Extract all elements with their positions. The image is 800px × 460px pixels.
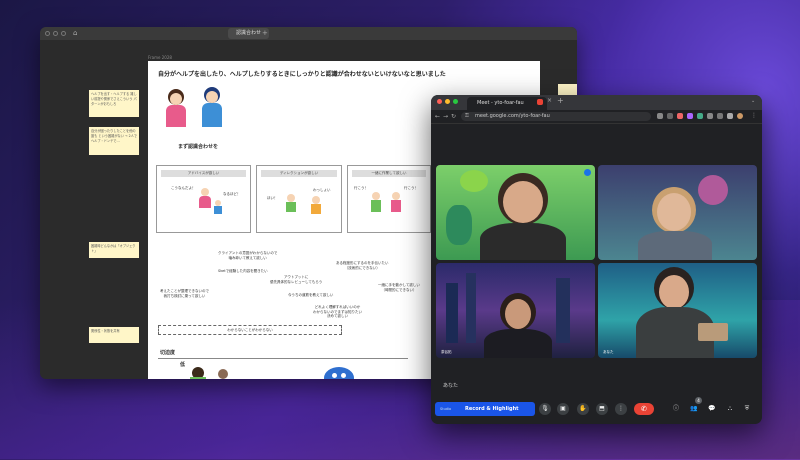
frame-label: Frame 2028 [148,55,172,60]
note-text[interactable]: ある程度形にするのを手伝いたい （技術的にできない） [336,261,389,270]
speech-text: こうなんだよ！ [171,186,196,190]
reload-icon[interactable]: ↻ [451,112,456,121]
minimize-dot[interactable] [53,31,58,36]
participant-tile[interactable] [436,165,595,260]
add-tab-button[interactable]: + [262,28,268,39]
robot-icon [698,175,728,205]
urgency-heading: 切迫度 [160,350,176,356]
chat-icon[interactable]: 💬 [707,404,717,414]
building-icon [446,283,458,343]
people-icon[interactable]: 👥 [689,404,699,414]
zoom-dot[interactable] [61,31,66,36]
sticky-note[interactable]: ヘルプを出す・ヘルプする 難しい前提や関係でさえこういう パターンがおもしろ [89,90,139,117]
speech-text: わっしょい [313,188,331,192]
avatar[interactable] [737,113,743,119]
forward-icon[interactable]: → [443,112,448,121]
board-heading: 自分がヘルプを出したり、ヘルプしたりするときにしっかりと認識が合わせないといけな… [158,71,446,78]
puzzle-icon[interactable] [707,113,713,119]
box-header: アドバイスが欲しい [161,170,246,177]
people-count-badge: 4 [695,397,702,404]
note-text[interactable]: 今うちの道筋を教えて欲しい [288,293,333,298]
url-field[interactable]: meet.google.com/yto-foar-fau [461,112,651,121]
note-text[interactable]: クライアントの意図がわからないので 噛み砕いて教えて欲しい [218,251,277,260]
participant-tile[interactable]: あなた [598,263,757,358]
sidebar-icon[interactable] [727,113,733,119]
studio-tag: Studio [440,407,452,411]
whiteboard-titlebar: ⌂ 認識合わせ + [40,27,577,40]
minimize-dot[interactable] [445,99,450,104]
building-icon [556,278,570,343]
meet-tab[interactable]: Meet - yto-foar-fau [467,97,547,110]
more-options-button[interactable]: ⋮ [615,403,627,415]
participant-tile[interactable] [598,165,757,260]
note-text[interactable]: どれよく理解すればいいのか わからないのでまずは知りたい 決めて欲しい [313,305,362,319]
subheading: まず認識合わせを [178,144,219,150]
note-text[interactable]: アウトプットに 優先具体的なレビューしてもらう [270,275,322,284]
speech-text: 行こう！ [404,186,418,190]
together-box[interactable]: 一緒に作業して欲しい 行こう！ 行こう！ [347,165,431,233]
extension-icon[interactable] [717,113,723,119]
host-controls-icon[interactable]: ⛨ [742,404,752,414]
seaweed-icon [446,205,472,245]
fish-icon [460,170,488,192]
participant-name: 茶谷拓 [441,350,452,354]
recording-icon [537,99,543,105]
extension-icon[interactable] [677,113,683,119]
close-dot[interactable] [45,31,50,36]
dashed-note[interactable]: わからないことがわからない [158,325,342,335]
sticky-note[interactable]: 困難時どんなかは「オブジェクト」 [89,242,139,258]
pin-icon[interactable] [584,169,591,176]
note-text[interactable]: 考えたことが整理できないので 我打ち検討に乗って欲しい [160,289,209,298]
box-header: 一緒に作業して欲しい [352,170,426,177]
speech-text: ほい！ [267,196,278,200]
raise-hand-button[interactable]: ✋ [577,403,589,415]
meet-browser-window[interactable]: Meet - yto-foar-fau × + ⌄ ← → ↻ meet.goo… [431,95,762,424]
back-icon[interactable]: ← [435,112,440,121]
building-icon [466,273,476,343]
lock-icon: ⚿ [465,113,469,119]
speech-text: なるほど！ [223,192,241,196]
participant-name: あなた [603,350,614,354]
zoom-dot[interactable] [453,99,458,104]
present-button[interactable]: ⬒ [596,403,608,415]
info-icon[interactable]: ⓘ [671,404,681,414]
menu-icon[interactable]: ⋮ [751,112,757,119]
box-header: ディレクションが欲しい [261,170,337,177]
advice-box[interactable]: アドバイスが欲しい こうなんだよ！ なるほど！ [156,165,251,233]
chevron-down-icon[interactable]: ⌄ [751,98,755,104]
note-text[interactable]: Sketで経験した内容を聞きたい [218,269,268,274]
laptop-icon [698,323,728,341]
mic-button[interactable]: 🎙 [539,403,551,415]
address-bar-row: ← → ↻ meet.google.com/yto-foar-fau ⚿ ⋮ [431,110,762,124]
record-label: Record & Highlight [465,406,519,412]
participant-tile[interactable]: 茶谷拓 [436,263,595,358]
extension-icon[interactable] [697,113,703,119]
browser-tabbar: Meet - yto-foar-fau × + ⌄ [431,95,762,110]
low-label: 低 [180,362,186,368]
sticky-note[interactable]: 自分が困ったりしたことを他の誰も という困難がない → 2人でヘルプ・ドンテで… [89,127,139,155]
extension-icon[interactable] [657,113,663,119]
self-name: あなた [443,383,459,389]
sticky-note[interactable]: 関係性・状態を共有 [89,327,139,343]
close-dot[interactable] [437,99,442,104]
direction-box[interactable]: ディレクションが欲しい ほい！ わっしょい [256,165,342,233]
home-icon[interactable]: ⌂ [73,29,77,38]
speech-text: 行こう！ [354,186,368,190]
close-tab-icon[interactable]: × [547,97,552,104]
end-call-button[interactable]: ✆ [634,403,654,415]
urgency-axis [158,358,408,359]
record-highlight-button[interactable]: Studio Record & Highlight [435,402,535,416]
camera-button[interactable]: ▣ [557,403,569,415]
activities-icon[interactable]: ⛬ [725,404,735,414]
new-tab-icon[interactable]: + [557,96,564,105]
extension-icon[interactable] [687,113,693,119]
note-text[interactable]: 一緒に手を動かして欲しい （時間的にできない） [378,283,420,292]
extension-icon[interactable] [667,113,673,119]
